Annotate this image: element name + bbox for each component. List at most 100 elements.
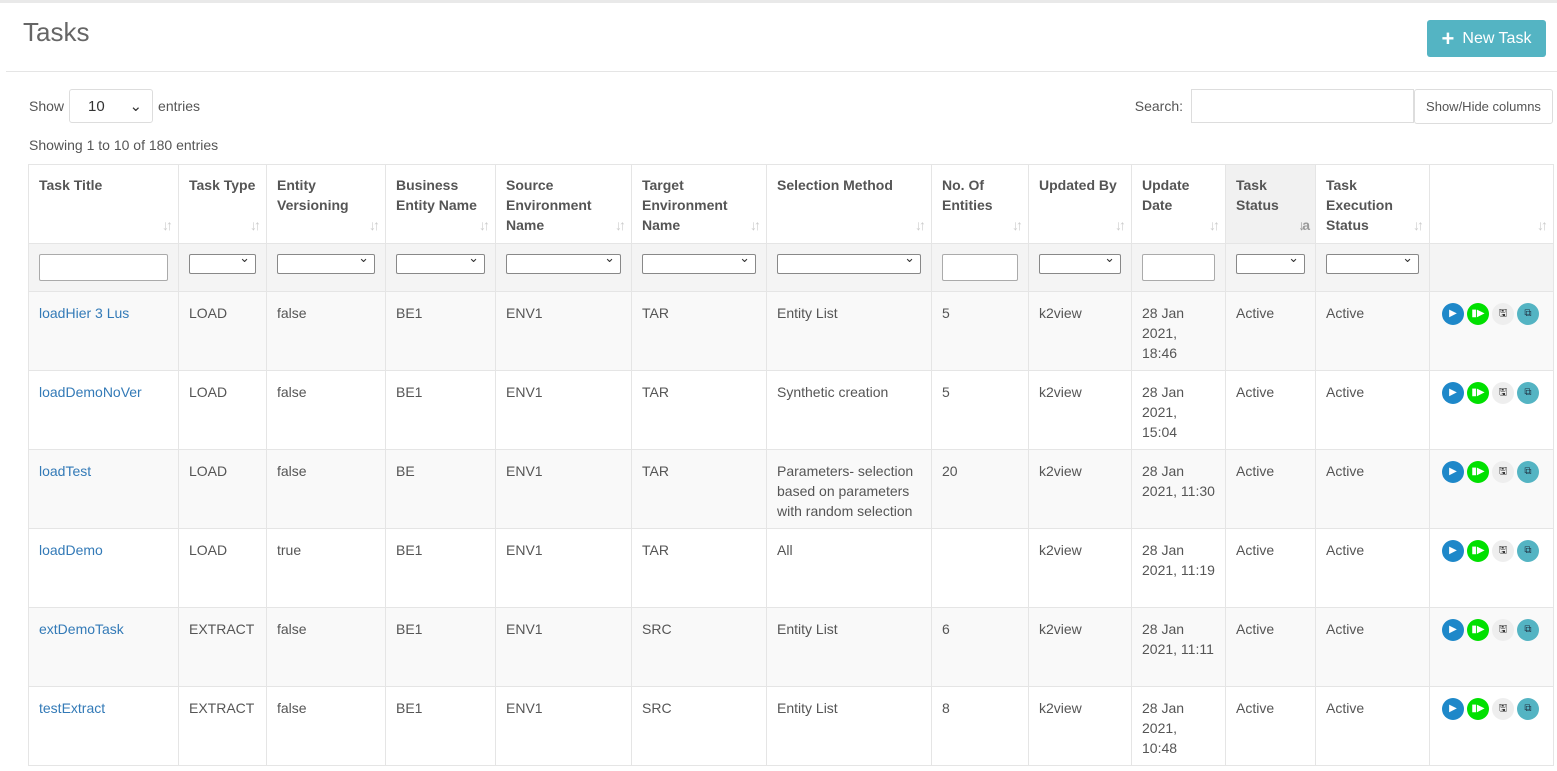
- task-title-link[interactable]: loadTest: [39, 463, 91, 479]
- filter-select[interactable]: [506, 250, 621, 274]
- resume-task-icon[interactable]: ▮▶: [1467, 540, 1489, 562]
- task-title-link[interactable]: extDemoTask: [39, 621, 124, 637]
- cell-entities: 5: [931, 370, 1029, 450]
- cell-exec-status: Active: [1315, 686, 1430, 766]
- cell-entities: [931, 528, 1029, 608]
- sort-icon: ↓↑: [915, 217, 926, 233]
- cell-be: BE1: [385, 370, 496, 450]
- run-task-icon[interactable]: ▶: [1442, 540, 1464, 562]
- filter-select[interactable]: [1039, 250, 1121, 274]
- sort-icon: ↓↑: [162, 217, 173, 233]
- column-header[interactable]: Task Status ↓a: [1225, 164, 1316, 244]
- cell-title: loadDemoNoVer: [28, 370, 179, 450]
- sort-icon: ↓a: [1298, 217, 1310, 233]
- actions-cell: ▶ ▮▶ 🖫 ⧉: [1429, 528, 1554, 608]
- copy-icon[interactable]: ⧉: [1517, 382, 1539, 404]
- filter-input[interactable]: [39, 254, 168, 281]
- filter-select[interactable]: [1236, 250, 1305, 274]
- save-icon[interactable]: 🖫: [1492, 698, 1514, 720]
- copy-icon[interactable]: ⧉: [1517, 540, 1539, 562]
- column-header[interactable]: Selection Method ↓↑: [766, 164, 932, 244]
- filter-select[interactable]: [277, 250, 375, 274]
- column-header[interactable]: Task Title ↓↑: [28, 164, 179, 244]
- run-task-icon[interactable]: ▶: [1442, 461, 1464, 483]
- save-icon[interactable]: 🖫: [1492, 619, 1514, 641]
- sort-icon: ↓↑: [615, 217, 626, 233]
- cell-updated-by: k2view: [1028, 370, 1132, 450]
- column-filter-cell: [1225, 243, 1316, 292]
- copy-icon[interactable]: ⧉: [1517, 461, 1539, 483]
- resume-task-icon[interactable]: ▮▶: [1467, 461, 1489, 483]
- run-task-icon[interactable]: ▶: [1442, 619, 1464, 641]
- task-title-link[interactable]: loadHier 3 Lus: [39, 305, 129, 321]
- resume-task-icon[interactable]: ▮▶: [1467, 619, 1489, 641]
- save-icon[interactable]: 🖫: [1492, 540, 1514, 562]
- search-input[interactable]: [1191, 89, 1414, 123]
- run-task-icon[interactable]: ▶: [1442, 382, 1464, 404]
- column-header[interactable]: ↓↑: [1429, 164, 1554, 244]
- cell-type: LOAD: [178, 528, 267, 608]
- cell-exec-status: Active: [1315, 291, 1430, 371]
- copy-icon[interactable]: ⧉: [1517, 619, 1539, 641]
- column-header[interactable]: Business Entity Name ↓↑: [385, 164, 496, 244]
- resume-task-icon[interactable]: ▮▶: [1467, 303, 1489, 325]
- task-title-link[interactable]: testExtract: [39, 700, 105, 716]
- column-header[interactable]: Entity Versioning ↓↑: [266, 164, 386, 244]
- column-filter-cell: [385, 243, 496, 292]
- cell-date: 28 Jan 2021, 11:30: [1131, 449, 1226, 529]
- filter-select[interactable]: [642, 250, 756, 274]
- column-header[interactable]: No. Of Entities ↓↑: [931, 164, 1029, 244]
- column-filter-cell: [266, 243, 386, 292]
- cell-date: 28 Jan 2021, 11:11: [1131, 607, 1226, 687]
- new-task-button[interactable]: + New Task: [1427, 20, 1546, 57]
- cell-exec-status: Active: [1315, 607, 1430, 687]
- column-filter-cell: [931, 243, 1029, 292]
- cell-source: ENV1: [495, 291, 632, 371]
- sort-icon: ↓↑: [1209, 217, 1220, 233]
- table-row: loadDemo LOAD true BE1 ENV1 TAR All k2view 28 Ja…: [28, 528, 1554, 608]
- resume-task-icon[interactable]: ▮▶: [1467, 382, 1489, 404]
- column-filter-cell: [766, 243, 932, 292]
- run-task-icon[interactable]: ▶: [1442, 303, 1464, 325]
- page-header: Tasks + New Task: [6, 3, 1557, 72]
- tasks-table: Task Title ↓↑ Task Type ↓↑ Entity Versioning…: [28, 164, 1554, 766]
- filter-select[interactable]: [777, 250, 921, 274]
- cell-entities: 8: [931, 686, 1029, 766]
- show-hide-columns-button[interactable]: Show/Hide columns: [1414, 89, 1553, 124]
- filter-input[interactable]: [1142, 254, 1215, 281]
- copy-icon[interactable]: ⧉: [1517, 303, 1539, 325]
- cell-target: SRC: [631, 607, 767, 687]
- copy-icon[interactable]: ⧉: [1517, 698, 1539, 720]
- entries-select[interactable]: 10 ⌄: [69, 89, 154, 123]
- cell-exec-status: Active: [1315, 449, 1430, 529]
- save-icon[interactable]: 🖫: [1492, 382, 1514, 404]
- task-title-link[interactable]: loadDemoNoVer: [39, 384, 142, 400]
- filter-select[interactable]: [1326, 250, 1419, 274]
- column-header[interactable]: Updated By ↓↑: [1028, 164, 1132, 244]
- save-icon[interactable]: 🖫: [1492, 303, 1514, 325]
- column-header[interactable]: Source Environment Name ↓↑: [495, 164, 632, 244]
- column-header[interactable]: Update Date ↓↑: [1131, 164, 1226, 244]
- cell-title: loadHier 3 Lus: [28, 291, 179, 371]
- cell-selection: Entity List: [766, 686, 932, 766]
- column-header[interactable]: Task Type ↓↑: [178, 164, 267, 244]
- run-task-icon[interactable]: ▶: [1442, 698, 1464, 720]
- cell-updated-by: k2view: [1028, 449, 1132, 529]
- cell-entities: 5: [931, 291, 1029, 371]
- cell-type: EXTRACT: [178, 686, 267, 766]
- cell-source: ENV1: [495, 370, 632, 450]
- task-title-link[interactable]: loadDemo: [39, 542, 103, 558]
- table-row: extDemoTask EXTRACT false BE1 ENV1 SRC Entity …: [28, 607, 1554, 687]
- resume-task-icon[interactable]: ▮▶: [1467, 698, 1489, 720]
- filter-select[interactable]: [396, 250, 485, 274]
- table-row: loadTest LOAD false BE ENV1 TAR Parameters- se…: [28, 449, 1554, 529]
- filter-input[interactable]: [942, 254, 1018, 281]
- column-header[interactable]: Task Execution Status ↓↑: [1315, 164, 1430, 244]
- cell-source: ENV1: [495, 607, 632, 687]
- column-header[interactable]: Target Environment Name ↓↑: [631, 164, 767, 244]
- actions-cell: ▶ ▮▶ 🖫 ⧉: [1429, 607, 1554, 687]
- filter-select[interactable]: [189, 250, 256, 274]
- cell-selection: Entity List: [766, 607, 932, 687]
- save-icon[interactable]: 🖫: [1492, 461, 1514, 483]
- cell-title: extDemoTask: [28, 607, 179, 687]
